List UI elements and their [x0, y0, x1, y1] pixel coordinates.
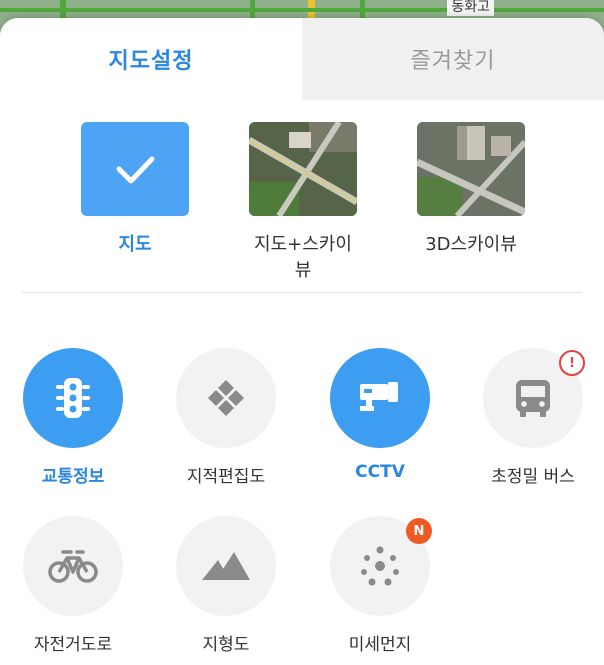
tab-bar: 지도설정 즐겨찾기 — [0, 18, 604, 100]
layer-label: 지적편집도 — [186, 467, 266, 487]
layer-cadastral-circle — [176, 348, 276, 448]
layer-label: CCTV — [355, 462, 405, 482]
map-type-map[interactable]: 지도 — [80, 122, 190, 256]
map-type-3d-skyview[interactable]: 3D스카이뷰 — [416, 122, 526, 256]
layer-traffic[interactable]: 교통정보 — [8, 348, 138, 487]
layer-label: 자전거도로 — [33, 635, 113, 655]
satellite-thumbnail — [249, 122, 357, 216]
mountain-icon — [202, 552, 250, 580]
layer-cctv-circle — [330, 348, 430, 448]
layer-label: 교통정보 — [41, 467, 105, 487]
tab-favorites[interactable]: 즐겨찾기 — [302, 18, 604, 100]
layer-cadastral[interactable]: 지적편집도 — [161, 348, 291, 487]
map-place-label: 동화고 — [447, 0, 494, 16]
map-type-label: 3D스카이뷰 — [425, 234, 517, 255]
dust-dots-icon — [361, 546, 399, 586]
bus-icon — [516, 380, 550, 417]
layer-bicycle-road[interactable]: 자전거도로 — [8, 516, 138, 655]
layer-terrain[interactable]: 지형도 — [161, 516, 291, 655]
layer-label: 초정밀 버스 — [491, 467, 575, 487]
bicycle-icon — [48, 550, 98, 583]
layer-precise-bus[interactable]: ! 초정밀 버스 — [468, 348, 598, 487]
map-type-map-thumbnail — [81, 122, 189, 216]
traffic-light-icon — [56, 378, 90, 418]
layer-label: 미세먼지 — [348, 635, 412, 655]
satellite-thumbnail-image — [249, 122, 357, 216]
checkmark-icon — [116, 156, 155, 184]
layer-bicycle-circle — [23, 516, 123, 616]
layer-label: 지형도 — [202, 635, 250, 655]
3d-satellite-thumbnail — [417, 122, 525, 216]
3d-satellite-thumbnail-image — [417, 122, 525, 216]
layer-fine-dust[interactable]: N 미세먼지 — [315, 516, 445, 655]
map-type-label: 지도+스카이뷰 — [254, 234, 352, 281]
map-type-selector: 지도 지도+스카이뷰 3D스카이뷰 — [0, 122, 604, 281]
tab-map-settings[interactable]: 지도설정 — [0, 18, 302, 100]
layer-terrain-circle — [176, 516, 276, 616]
map-type-label: 지도 — [118, 234, 152, 255]
divider — [22, 292, 582, 293]
cadastral-map-icon — [208, 380, 244, 416]
map-type-skyview[interactable]: 지도+스카이뷰 — [248, 122, 358, 282]
layer-dust-circle: N — [330, 516, 432, 616]
layer-bus-circle: ! — [483, 348, 585, 448]
warning-badge-icon: ! — [559, 350, 585, 376]
cctv-camera-icon — [360, 382, 398, 411]
layer-cctv[interactable]: CCTV — [315, 348, 445, 482]
new-badge-icon: N — [406, 518, 432, 544]
layer-traffic-circle — [23, 348, 123, 448]
